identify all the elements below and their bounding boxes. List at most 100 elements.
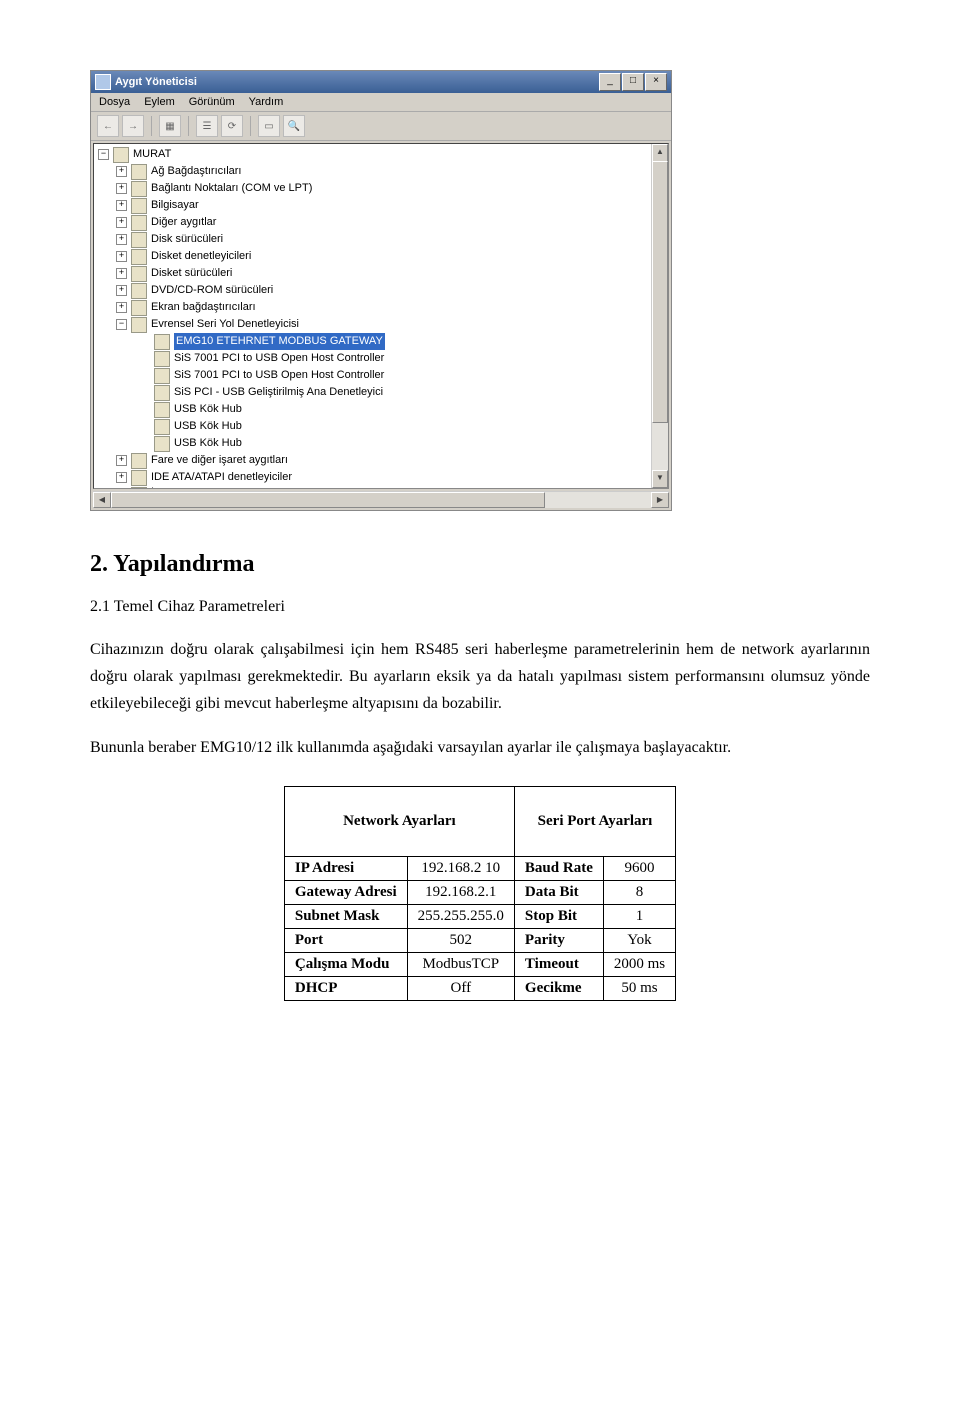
tree-subnode[interactable]: USB Kök Hub <box>98 435 668 452</box>
tree-node-label: Bağlantı Noktaları (COM ve LPT) <box>151 180 312 197</box>
expand-icon[interactable]: + <box>116 166 127 177</box>
tree-node-label: Ağ Bağdaştırıcıları <box>151 163 242 180</box>
expand-icon[interactable]: + <box>116 455 127 466</box>
collapse-icon[interactable]: − <box>116 319 127 330</box>
tree-subnode[interactable]: EMG10 ETEHRNET MODBUS GATEWAY <box>98 333 668 350</box>
scan-button[interactable]: 🔍 <box>283 115 305 137</box>
tree-root[interactable]: − MURAT <box>98 146 668 163</box>
device-icon <box>131 198 147 214</box>
cell-network-value: 502 <box>407 928 514 952</box>
menu-view[interactable]: Görünüm <box>189 96 235 108</box>
table-row: Gateway Adresi192.168.2.1Data Bit8 <box>284 880 675 904</box>
tree-root-label: MURAT <box>133 146 171 163</box>
expand-icon[interactable]: + <box>116 251 127 262</box>
table-header-serial: Seri Port Ayarları <box>514 786 675 856</box>
table-row: Çalışma ModuModbusTCPTimeout2000 ms <box>284 952 675 976</box>
paragraph-1: Cihazınızın doğru olarak çalışabilmesi i… <box>90 636 870 718</box>
tree-node[interactable]: + Ağ Bağdaştırıcıları <box>98 163 668 180</box>
device-icon <box>131 283 147 299</box>
close-button[interactable]: × <box>645 73 667 91</box>
refresh-button[interactable]: ⟳ <box>221 115 243 137</box>
device-tree: − MURAT + Ağ Bağdaştırıcıları + Bağlantı No… <box>93 143 669 489</box>
tree-node[interactable]: +Bilgisayar <box>98 197 668 214</box>
tree-node-label: Disk sürücüleri <box>151 231 223 248</box>
tree-node[interactable]: +Ekran bağdaştırıcıları <box>98 299 668 316</box>
device-icon <box>154 385 170 401</box>
tree-node[interactable]: + Diğer aygıtlar <box>98 214 668 231</box>
cell-serial-value: 50 ms <box>603 976 675 1000</box>
collapse-icon[interactable]: − <box>98 149 109 160</box>
tree-node[interactable]: +IDE ATA/ATAPI denetleyiciler <box>98 469 668 486</box>
paragraph-2: Bununla beraber EMG10/12 ilk kullanımda … <box>90 734 870 761</box>
tree-subnode-label: USB Kök Hub <box>174 418 242 435</box>
scroll-right-button[interactable]: ▶ <box>651 492 669 508</box>
scroll-thumb[interactable] <box>652 161 668 423</box>
tree-subnode-label: SiS 7001 PCI to USB Open Host Controller <box>174 367 384 384</box>
tree-node[interactable]: +Disket denetleyicileri <box>98 248 668 265</box>
expand-icon[interactable]: + <box>116 234 127 245</box>
tree-subnode[interactable]: SiS PCI - USB Geliştirilmiş Ana Denetley… <box>98 384 668 401</box>
expand-icon[interactable]: + <box>116 302 127 313</box>
expand-icon[interactable]: + <box>116 472 127 483</box>
toolbar: ← → ▦ ☰ ⟳ ▭ 🔍 <box>91 112 671 141</box>
expand-icon[interactable]: + <box>116 285 127 296</box>
cell-network-value: 255.255.255.0 <box>407 904 514 928</box>
tree-subnode[interactable]: SiS 7001 PCI to USB Open Host Controller <box>98 367 668 384</box>
vertical-scrollbar[interactable]: ▲ ▼ <box>651 144 668 488</box>
device-manager-window: Aygıt Yöneticisi _ □ × Dosya Eylem Görün… <box>90 70 672 511</box>
forward-button[interactable]: → <box>122 115 144 137</box>
tree-subnode-label: USB Kök Hub <box>174 435 242 452</box>
separator-icon <box>250 116 251 136</box>
menu-help[interactable]: Yardım <box>249 96 284 108</box>
tree-node[interactable]: + Disket sürücüleri <box>98 265 668 282</box>
computer-icon <box>113 147 129 163</box>
tree-node[interactable]: + Fare ve diğer işaret aygıtları <box>98 452 668 469</box>
device-icon <box>154 436 170 452</box>
tree-node-label: Disket sürücüleri <box>151 265 232 282</box>
scroll-up-button[interactable]: ▲ <box>652 144 668 162</box>
cell-serial-label: Data Bit <box>514 880 603 904</box>
menu-file[interactable]: Dosya <box>99 96 130 108</box>
device-icon <box>131 181 147 197</box>
device-icon <box>154 402 170 418</box>
scroll-down-button[interactable]: ▼ <box>652 470 668 488</box>
tree-node[interactable]: + Disk sürücüleri <box>98 231 668 248</box>
maximize-button[interactable]: □ <box>622 73 644 91</box>
cell-serial-value: 1 <box>603 904 675 928</box>
view-button[interactable]: ▦ <box>159 115 181 137</box>
device-icon <box>131 215 147 231</box>
cell-network-value: ModbusTCP <box>407 952 514 976</box>
window-title: Aygıt Yöneticisi <box>115 76 599 88</box>
tree-node[interactable]: +İşlemciler <box>98 486 668 489</box>
tree-subnode[interactable]: USB Kök Hub <box>98 401 668 418</box>
cell-network-label: Subnet Mask <box>284 904 407 928</box>
scroll-left-button[interactable]: ◀ <box>93 492 111 508</box>
menu-action[interactable]: Eylem <box>144 96 175 108</box>
tree-node-usb[interactable]: − Evrensel Seri Yol Denetleyicisi <box>98 316 668 333</box>
tree-node-label: Fare ve diğer işaret aygıtları <box>151 452 288 469</box>
expand-icon[interactable]: + <box>116 268 127 279</box>
horizontal-scrollbar[interactable]: ◀ ▶ <box>93 491 669 508</box>
hscroll-thumb[interactable] <box>111 492 545 508</box>
properties-button[interactable]: ☰ <box>196 115 218 137</box>
table-header-network: Network Ayarları <box>284 786 514 856</box>
expand-icon[interactable]: + <box>116 217 127 228</box>
cell-serial-label: Gecikme <box>514 976 603 1000</box>
tree-subnode-label: USB Kök Hub <box>174 401 242 418</box>
tree-node[interactable]: +DVD/CD-ROM sürücüleri <box>98 282 668 299</box>
tree-node[interactable]: + Bağlantı Noktaları (COM ve LPT) <box>98 180 668 197</box>
separator-icon <box>151 116 152 136</box>
monitor-button[interactable]: ▭ <box>258 115 280 137</box>
tree-subnode-label: SiS PCI - USB Geliştirilmiş Ana Denetley… <box>174 384 383 401</box>
menubar: Dosya Eylem Görünüm Yardım <box>91 93 671 112</box>
tree-subnode-label: EMG10 ETEHRNET MODBUS GATEWAY <box>174 333 385 350</box>
expand-icon[interactable]: + <box>116 200 127 211</box>
back-button[interactable]: ← <box>97 115 119 137</box>
minimize-button[interactable]: _ <box>599 73 621 91</box>
cell-serial-value: 2000 ms <box>603 952 675 976</box>
tree-subnode[interactable]: USB Kök Hub <box>98 418 668 435</box>
tree-node-label: Diğer aygıtlar <box>151 214 216 231</box>
expand-icon[interactable]: + <box>116 183 127 194</box>
device-icon <box>131 249 147 265</box>
tree-subnode[interactable]: SiS 7001 PCI to USB Open Host Controller <box>98 350 668 367</box>
